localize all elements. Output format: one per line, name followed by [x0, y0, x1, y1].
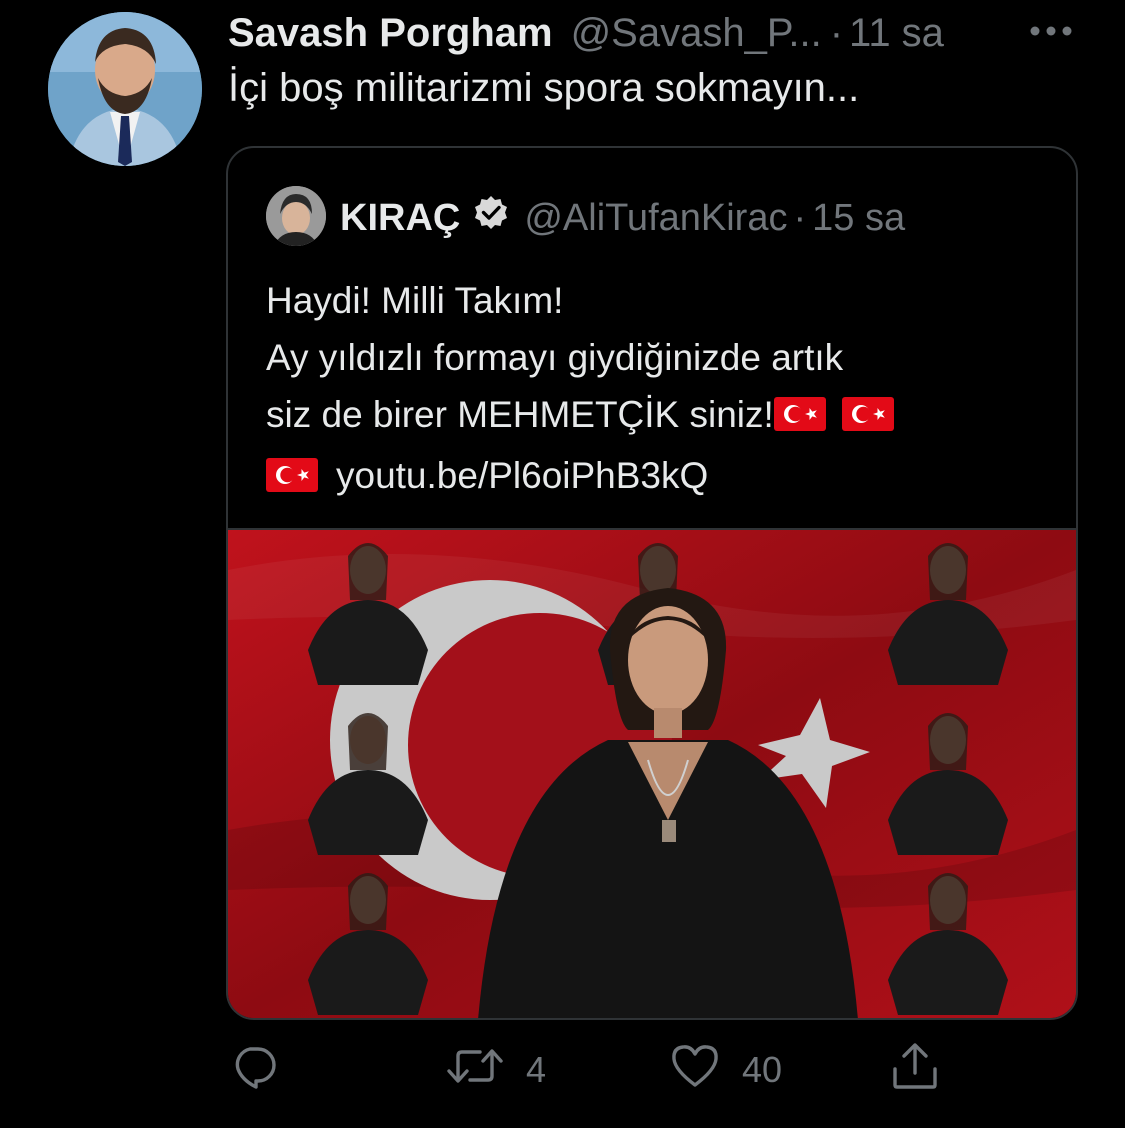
- tweet-header: Savash Porgham @Savash_P... · 11 sa: [228, 8, 1088, 58]
- quoted-line-1: Haydi! Milli Takım!: [266, 280, 564, 321]
- quoted-line-3-wrap: siz de birer MEHMETÇİK siniz!: [266, 386, 1046, 447]
- quoted-tweet[interactable]: KIRAÇ @AliTufanKirac · 15 sa Haydi! Mill…: [226, 146, 1078, 1020]
- quoted-link[interactable]: youtu.be/Pl6oiPhB3kQ: [336, 455, 708, 496]
- retweet-button[interactable]: 4: [446, 1040, 546, 1100]
- quoted-media-video-thumbnail[interactable]: [228, 528, 1076, 1018]
- turkey-flag-icon: [266, 451, 318, 508]
- retweet-icon: [446, 1042, 504, 1099]
- quoted-line-3: siz de birer MEHMETÇİK siniz!: [266, 394, 774, 435]
- quoted-header: KIRAÇ @AliTufanKirac · 15 sa: [340, 188, 905, 248]
- tweet-action-bar: 4 40: [0, 1040, 1125, 1100]
- header-separator: ·: [829, 10, 844, 55]
- reply-button[interactable]: [230, 1040, 278, 1100]
- tweet-text: İçi boş militarizmi spora sokmayın...: [228, 66, 860, 110]
- quoted-text: Haydi! Milli Takım! Ay yıldızlı formayı …: [266, 272, 1046, 508]
- more-horizontal-icon[interactable]: [1028, 18, 1074, 44]
- share-button[interactable]: [890, 1040, 940, 1100]
- turkey-flag-icon: [841, 390, 894, 447]
- quoted-author-avatar[interactable]: [266, 186, 326, 246]
- retweet-count: 4: [526, 1049, 547, 1090]
- like-button[interactable]: 40: [670, 1040, 782, 1100]
- verified-badge-icon: [472, 194, 510, 242]
- tweet-time[interactable]: 11 sa: [849, 11, 944, 56]
- author-avatar[interactable]: [48, 12, 202, 166]
- quoted-author-name[interactable]: KIRAÇ: [340, 197, 460, 240]
- author-handle[interactable]: @Savash_P...: [571, 11, 822, 56]
- turkey-flag-icon: [773, 390, 826, 447]
- heart-icon: [670, 1042, 720, 1099]
- share-icon: [890, 1041, 940, 1100]
- quoted-line-4: youtu.be/Pl6oiPhB3kQ: [266, 447, 1046, 508]
- quoted-time[interactable]: 15 sa: [812, 197, 905, 240]
- like-count: 40: [742, 1049, 783, 1090]
- quoted-author-handle[interactable]: @AliTufanKirac: [524, 197, 787, 240]
- reply-icon: [230, 1042, 278, 1099]
- quoted-separator: ·: [793, 196, 807, 239]
- quoted-line-2: Ay yıldızlı formayı giydiğinizde artık: [266, 337, 844, 378]
- author-name[interactable]: Savash Porgham: [228, 11, 553, 56]
